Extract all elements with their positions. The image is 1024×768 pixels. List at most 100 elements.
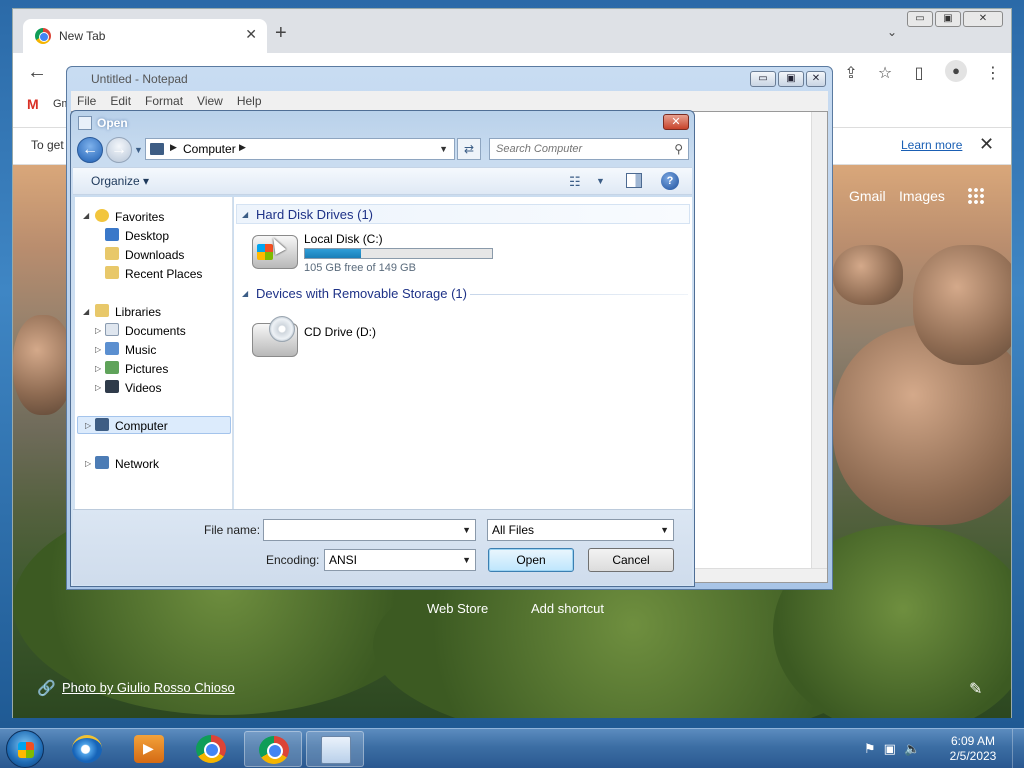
cancel-button[interactable]: Cancel bbox=[588, 548, 674, 572]
group-collapse-icon[interactable]: ◢ bbox=[242, 210, 248, 219]
menu-help[interactable]: Help bbox=[237, 91, 262, 111]
address-bar[interactable]: ▶ Computer ▶ ▼ bbox=[145, 138, 455, 160]
forward-arrow-icon[interactable]: → bbox=[106, 137, 132, 163]
search-box: ⚲ bbox=[489, 138, 689, 160]
back-button[interactable]: ← bbox=[27, 61, 47, 84]
dialog-bottom-panel: File name: ▼ All Files ▼ Encoding: ANSI … bbox=[73, 509, 692, 585]
nav-favorites[interactable]: Favorites bbox=[115, 210, 164, 224]
file-name-dropdown-icon[interactable]: ▼ bbox=[462, 525, 471, 535]
dialog-close-button[interactable]: ✕ bbox=[663, 114, 689, 130]
customize-pencil-icon[interactable]: ✎ bbox=[969, 679, 982, 699]
tab-search-icon[interactable]: ⌄ bbox=[887, 25, 897, 39]
back-arrow-icon[interactable]: ← bbox=[77, 137, 103, 163]
notepad-vertical-scrollbar[interactable] bbox=[811, 112, 827, 582]
network-icon[interactable]: ▣ bbox=[884, 741, 896, 757]
help-icon[interactable]: ? bbox=[661, 172, 679, 190]
address-dropdown-icon[interactable]: ▼ bbox=[439, 144, 448, 154]
nav-recent-places[interactable]: Recent Places bbox=[125, 267, 202, 281]
clock[interactable]: 6:09 AM 2/5/2023 bbox=[946, 734, 1000, 764]
cd-drive-icon[interactable] bbox=[252, 316, 298, 357]
nav-network[interactable]: Network bbox=[115, 457, 159, 471]
gmail-bookmark-icon[interactable]: M bbox=[27, 96, 39, 112]
search-icon[interactable]: ⚲ bbox=[674, 142, 683, 156]
collapsed-arrow-icon[interactable]: ▷ bbox=[95, 345, 101, 354]
encoding-select[interactable]: ANSI ▼ bbox=[324, 549, 476, 571]
maximize-button[interactable]: ▣ bbox=[935, 11, 961, 27]
nav-videos[interactable]: Videos bbox=[125, 381, 161, 395]
notepad-maximize-button[interactable]: ▣ bbox=[778, 71, 804, 87]
notepad-close-button[interactable]: ✕ bbox=[806, 71, 826, 87]
menu-file[interactable]: File bbox=[77, 91, 96, 111]
chrome-icon bbox=[259, 736, 289, 764]
refresh-icon[interactable]: ⇄ bbox=[457, 138, 481, 160]
taskbar-internet-explorer[interactable] bbox=[58, 731, 116, 767]
tab-new-tab[interactable]: New Tab ✕ bbox=[23, 19, 267, 53]
breadcrumb-arrow-icon[interactable]: ▶ bbox=[170, 142, 177, 153]
taskbar-chrome-active[interactable] bbox=[244, 731, 302, 767]
menu-edit[interactable]: Edit bbox=[110, 91, 131, 111]
sidepanel-icon[interactable]: ▯ bbox=[911, 63, 927, 83]
collapsed-arrow-icon[interactable]: ▷ bbox=[95, 326, 101, 335]
recent-locations-dropdown-icon[interactable]: ▼ bbox=[134, 145, 143, 155]
nav-desktop[interactable]: Desktop bbox=[125, 229, 169, 243]
preview-pane-icon[interactable] bbox=[626, 173, 642, 188]
info-bar-close-icon[interactable]: ✕ bbox=[979, 134, 994, 155]
flag-icon[interactable]: ⚑ bbox=[864, 741, 876, 757]
photo-credit-link[interactable]: Photo by Giulio Rosso Chioso bbox=[62, 680, 235, 695]
collapsed-arrow-icon[interactable]: ▷ bbox=[85, 459, 91, 468]
cd-drive-label[interactable]: CD Drive (D:) bbox=[304, 325, 376, 339]
file-type-dropdown-icon[interactable]: ▼ bbox=[660, 525, 669, 535]
apps-grid-icon[interactable] bbox=[967, 187, 985, 205]
nav-computer[interactable]: Computer bbox=[115, 419, 168, 433]
taskbar-chrome[interactable] bbox=[182, 731, 240, 767]
expanded-arrow-icon[interactable]: ◢ bbox=[83, 307, 89, 316]
organize-button[interactable]: Organize ▾ bbox=[91, 174, 149, 188]
menu-view[interactable]: View bbox=[197, 91, 223, 111]
show-desktop-button[interactable] bbox=[1012, 729, 1024, 768]
menu-icon[interactable]: ⋮ bbox=[985, 63, 1001, 83]
nav-libraries[interactable]: Libraries bbox=[115, 305, 161, 319]
file-name-input[interactable] bbox=[264, 520, 475, 540]
close-button[interactable]: ✕ bbox=[963, 11, 1003, 27]
link-icon: 🔗 bbox=[37, 680, 56, 697]
encoding-dropdown-icon[interactable]: ▼ bbox=[462, 555, 471, 565]
nav-downloads[interactable]: Downloads bbox=[125, 248, 184, 262]
minimize-button[interactable]: ▭ bbox=[907, 11, 933, 27]
breadcrumb-computer[interactable]: Computer bbox=[183, 142, 236, 156]
group-collapse-icon[interactable]: ◢ bbox=[242, 289, 248, 298]
tab-close-icon[interactable]: ✕ bbox=[245, 26, 257, 43]
expanded-arrow-icon[interactable]: ◢ bbox=[83, 211, 89, 220]
learn-more-link[interactable]: Learn more bbox=[901, 138, 962, 152]
taskbar-notepad[interactable] bbox=[306, 731, 364, 767]
group-removable-storage[interactable]: Devices with Removable Storage (1) bbox=[256, 286, 467, 301]
nav-pictures[interactable]: Pictures bbox=[125, 362, 168, 376]
volume-icon[interactable]: 🔈 bbox=[904, 741, 920, 757]
taskbar-media-player[interactable] bbox=[120, 731, 178, 767]
new-tab-button[interactable]: + bbox=[275, 23, 287, 43]
open-button[interactable]: Open bbox=[488, 548, 574, 572]
breadcrumb-arrow-icon[interactable]: ▶ bbox=[239, 142, 246, 153]
open-dialog: Open ✕ ← → ▼ ▶ Computer ▶ ▼ ⇄ ⚲ Organize… bbox=[70, 110, 695, 587]
change-view-icon[interactable]: ☷ bbox=[569, 174, 581, 190]
notepad-minimize-button[interactable]: ▭ bbox=[750, 71, 776, 87]
images-link[interactable]: Images bbox=[899, 188, 945, 204]
start-button[interactable] bbox=[6, 730, 44, 768]
dialog-titlebar[interactable]: Open ✕ bbox=[71, 111, 694, 135]
views-dropdown-icon[interactable]: ▼ bbox=[596, 176, 605, 186]
file-type-select[interactable]: All Files ▼ bbox=[487, 519, 674, 541]
nav-documents[interactable]: Documents bbox=[125, 324, 186, 338]
search-input[interactable] bbox=[496, 140, 666, 158]
menu-format[interactable]: Format bbox=[145, 91, 183, 111]
collapsed-arrow-icon[interactable]: ▷ bbox=[85, 421, 91, 430]
share-icon[interactable]: ⇪ bbox=[843, 63, 859, 83]
collapsed-arrow-icon[interactable]: ▷ bbox=[95, 383, 101, 392]
star-icon[interactable]: ☆ bbox=[877, 63, 893, 83]
web-store-shortcut[interactable]: Web Store bbox=[427, 601, 488, 616]
local-disk-label[interactable]: Local Disk (C:) bbox=[304, 232, 383, 246]
profile-icon[interactable]: ● bbox=[945, 60, 967, 82]
group-hard-disk-drives[interactable]: Hard Disk Drives (1) bbox=[256, 207, 373, 222]
collapsed-arrow-icon[interactable]: ▷ bbox=[95, 364, 101, 373]
gmail-link[interactable]: Gmail bbox=[849, 188, 886, 204]
nav-music[interactable]: Music bbox=[125, 343, 156, 357]
add-shortcut-button[interactable]: Add shortcut bbox=[531, 601, 604, 616]
